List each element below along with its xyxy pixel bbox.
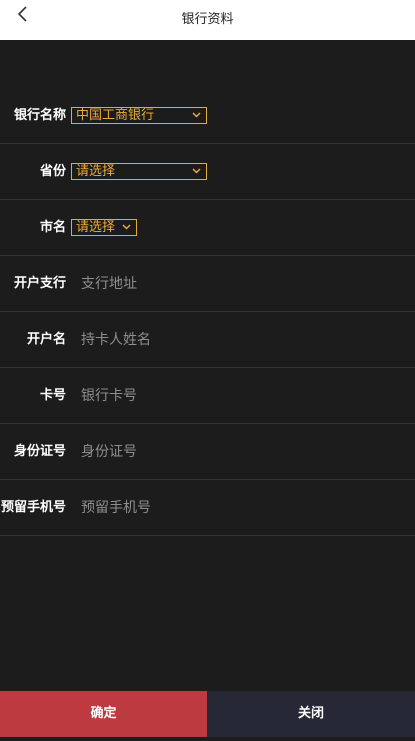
city-label: 市名: [39, 220, 66, 235]
card-number-label: 卡号: [39, 388, 66, 403]
chevron-down-icon: [192, 112, 201, 118]
card-number-input[interactable]: 银行卡号: [81, 368, 137, 424]
bank-name-label: 银行名称: [13, 108, 66, 123]
branch-row: 开户支行 支行地址: [0, 256, 415, 312]
bank-name-value: 中国工商银行: [76, 108, 155, 123]
back-button[interactable]: [14, 4, 34, 26]
province-label: 省份: [39, 164, 66, 179]
page-title: 银行资料: [181, 12, 234, 27]
chevron-left-icon: [17, 6, 27, 22]
account-name-label: 开户名: [26, 332, 66, 347]
province-value: 请选择: [76, 164, 116, 179]
account-name-input[interactable]: 持卡人姓名: [81, 312, 151, 368]
card-number-row: 卡号 银行卡号: [0, 368, 415, 424]
id-number-label: 身份证号: [13, 444, 66, 459]
bank-name-row: 银行名称 中国工商银行: [0, 88, 415, 144]
city-row: 市名 请选择: [0, 200, 415, 256]
branch-label: 开户支行: [13, 276, 66, 291]
close-button[interactable]: 关闭: [207, 691, 415, 737]
account-name-row: 开户名 持卡人姓名: [0, 312, 415, 368]
city-select[interactable]: 请选择: [71, 219, 137, 236]
bank-info-form: 银行名称 中国工商银行 省份 请选择 市名 请选择 开户支行 支行地址 开户名 …: [0, 88, 415, 536]
id-number-row: 身份证号 身份证号: [0, 424, 415, 480]
province-row: 省份 请选择: [0, 144, 415, 200]
phone-row: 预留手机号 预留手机号: [0, 480, 415, 536]
confirm-button[interactable]: 确定: [0, 691, 207, 737]
branch-input[interactable]: 支行地址: [81, 256, 137, 312]
chevron-down-icon: [122, 224, 131, 230]
province-select[interactable]: 请选择: [71, 163, 207, 180]
id-number-input[interactable]: 身份证号: [81, 424, 137, 480]
phone-label: 预留手机号: [0, 500, 66, 515]
phone-input[interactable]: 预留手机号: [81, 480, 151, 536]
city-value: 请选择: [76, 220, 116, 235]
chevron-down-icon: [192, 168, 201, 174]
bank-name-select[interactable]: 中国工商银行: [71, 107, 207, 124]
header-bar: 银行资料: [0, 0, 415, 40]
